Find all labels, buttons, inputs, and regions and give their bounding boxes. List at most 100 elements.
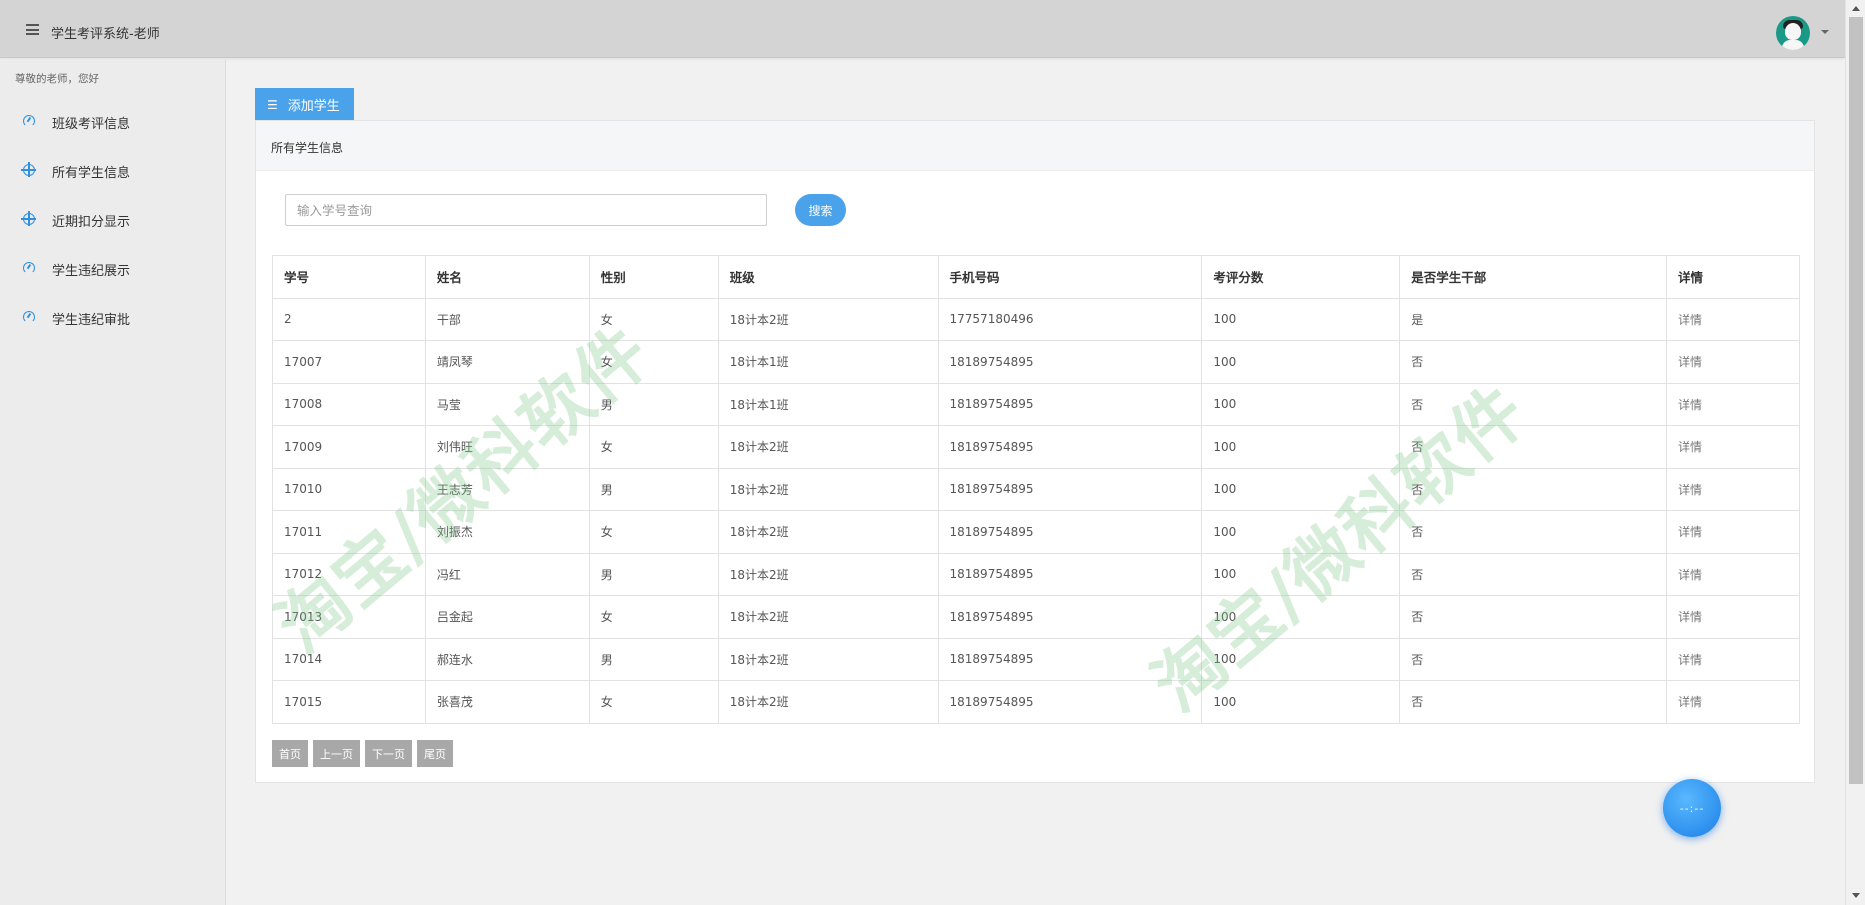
table-cell: 18计本2班 [717, 467, 939, 511]
table-cell: 17012 [272, 552, 426, 596]
scroll-down-arrow-icon[interactable] [1852, 893, 1860, 898]
panel-header: 所有学生信息 [256, 121, 1814, 171]
table-cell: 100 [1201, 510, 1401, 554]
table-cell: 17757180496 [937, 297, 1203, 341]
table-cell: 100 [1201, 425, 1401, 469]
sidebar: 尊敬的老师，您好 班级考评信息 所有学生信息 近期扣分显示 学生违纪展示 学生违… [0, 59, 226, 905]
table-cell: 男 [588, 467, 719, 511]
sidebar-item-violations[interactable]: 学生违纪展示 [0, 249, 225, 289]
table-row: 17009 刘伟旺女 18计本2班 18189754895 100 否详情 [272, 425, 1800, 469]
table-cell: 女 [588, 510, 719, 554]
hamburger-menu-icon[interactable] [26, 24, 39, 35]
details-link[interactable]: 详情 [1666, 510, 1800, 554]
column-header: 姓名 [424, 255, 590, 299]
sidebar-item-label: 所有学生信息 [52, 165, 131, 181]
app-title: 学生考评系统-老师 [51, 27, 160, 42]
table-cell: 18189754895 [937, 467, 1203, 511]
gauge-icon [22, 262, 36, 276]
search-button[interactable]: 搜索 [795, 194, 846, 226]
sidebar-item-violation-approval[interactable]: 学生违纪审批 [0, 298, 225, 338]
avatar-face [1785, 23, 1801, 40]
table-cell: 18189754895 [937, 425, 1203, 469]
column-header: 学号 [272, 255, 426, 299]
table-cell: 女 [588, 680, 719, 724]
top-bar: 学生考评系统-老师 [0, 0, 1845, 58]
vertical-scrollbar[interactable] [1845, 0, 1865, 905]
column-header: 班级 [717, 255, 939, 299]
scroll-up-arrow-icon[interactable] [1852, 6, 1860, 11]
table-cell: 18189754895 [937, 510, 1203, 554]
table-cell: 王志芳 [424, 467, 590, 511]
table-cell: 靖凤琴 [424, 340, 590, 384]
avatar-shirt [1782, 40, 1804, 50]
table-cell: 男 [588, 552, 719, 596]
table-cell: 否 [1399, 595, 1668, 639]
prev-page-button[interactable]: 上一页 [313, 740, 360, 767]
table-cell: 否 [1399, 340, 1668, 384]
add-student-button[interactable]: ☰ 添加学生 [255, 88, 354, 121]
table-row: 17010 王志芳男 18计本2班 18189754895 100 否详情 [272, 467, 1800, 511]
table-cell: 18189754895 [937, 680, 1203, 724]
sidebar-item-recent-deductions[interactable]: 近期扣分显示 [0, 200, 225, 240]
table-cell: 100 [1201, 467, 1401, 511]
table-cell: 否 [1399, 382, 1668, 426]
add-student-label: 添加学生 [287, 99, 340, 114]
table-cell: 否 [1399, 637, 1668, 681]
floating-clock-button[interactable]: --:-- [1663, 779, 1721, 837]
sidebar-item-all-students[interactable]: 所有学生信息 [0, 151, 225, 191]
table-cell: 女 [588, 340, 719, 384]
sidebar-item-label: 近期扣分显示 [52, 214, 131, 230]
table-cell: 男 [588, 382, 719, 426]
table-cell: 100 [1201, 595, 1401, 639]
details-link[interactable]: 详情 [1666, 467, 1800, 511]
details-link[interactable]: 详情 [1666, 595, 1800, 639]
column-header: 手机号码 [937, 255, 1203, 299]
sidebar-item-class-evaluation[interactable]: 班级考评信息 [0, 102, 225, 142]
table-header-row: 学号 姓名 性别 班级 手机号码 考评分数 是否学生干部 详情 [272, 255, 1800, 299]
pagination: 首页 上一页 下一页 尾页 [272, 740, 458, 767]
table-cell: 是 [1399, 297, 1668, 341]
table-cell: 否 [1399, 552, 1668, 596]
details-link[interactable]: 详情 [1666, 297, 1800, 341]
table-cell: 否 [1399, 680, 1668, 724]
table-cell: 18计本2班 [717, 425, 939, 469]
details-link[interactable]: 详情 [1666, 382, 1800, 426]
details-link[interactable]: 详情 [1666, 680, 1800, 724]
table-cell: 100 [1201, 340, 1401, 384]
avatar-dropdown-caret-icon[interactable] [1821, 30, 1829, 34]
details-link[interactable]: 详情 [1666, 425, 1800, 469]
table-cell: 18189754895 [937, 382, 1203, 426]
search-input[interactable] [285, 194, 767, 226]
table-row: 17008 马莹男 18计本1班 18189754895 100 否详情 [272, 382, 1800, 426]
table-cell: 否 [1399, 510, 1668, 554]
table-cell: 17009 [272, 425, 426, 469]
table-cell: 18计本1班 [717, 340, 939, 384]
table-cell: 17013 [272, 595, 426, 639]
table-cell: 18计本1班 [717, 382, 939, 426]
details-link[interactable]: 详情 [1666, 552, 1800, 596]
table-row: 17013 吕金起女 18计本2班 18189754895 100 否详情 [272, 595, 1800, 639]
first-page-button[interactable]: 首页 [272, 740, 308, 767]
table-cell: 18189754895 [937, 595, 1203, 639]
details-link[interactable]: 详情 [1666, 637, 1800, 681]
sidebar-item-label: 学生违纪审批 [52, 312, 131, 328]
table-cell: 18计本2班 [717, 552, 939, 596]
table-cell: 马莹 [424, 382, 590, 426]
table-row: 17012 冯红男 18计本2班 18189754895 100 否详情 [272, 552, 1800, 596]
students-panel: 所有学生信息 搜索 学号姓名性别班级手机号码考评分数是否学生干部详情 2干部女1… [255, 120, 1815, 783]
details-link[interactable]: 详情 [1666, 340, 1800, 384]
table-cell: 张喜茂 [424, 680, 590, 724]
user-avatar[interactable] [1776, 16, 1810, 50]
gauge-icon [22, 115, 36, 129]
next-page-button[interactable]: 下一页 [365, 740, 412, 767]
last-page-button[interactable]: 尾页 [417, 740, 453, 767]
scroll-thumb[interactable] [1849, 17, 1863, 784]
table-cell: 否 [1399, 467, 1668, 511]
table-cell: 女 [588, 297, 719, 341]
table-cell: 100 [1201, 637, 1401, 681]
table-cell: 否 [1399, 425, 1668, 469]
table-cell: 18计本2班 [717, 680, 939, 724]
table-cell: 男 [588, 637, 719, 681]
table-cell: 18189754895 [937, 637, 1203, 681]
crosshair-icon [21, 162, 36, 178]
